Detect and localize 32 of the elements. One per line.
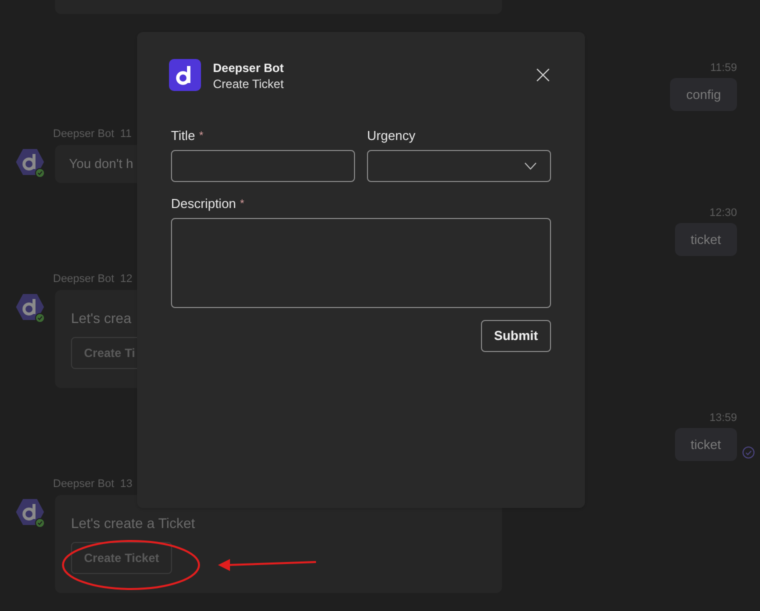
message-time: 13 xyxy=(120,478,132,490)
card-text: Let's create a Ticket xyxy=(71,514,196,533)
required-mark: * xyxy=(240,197,244,212)
user-message-bubble: config xyxy=(670,78,737,111)
message-time: 13:59 xyxy=(709,412,737,424)
bot-avatar-icon xyxy=(15,497,45,528)
bot-avatar-icon xyxy=(15,147,45,178)
card-text: Let's crea xyxy=(71,309,132,328)
sender-name: Deepser Bot xyxy=(53,273,114,285)
chevron-down-icon xyxy=(524,162,537,170)
message-time: 11 xyxy=(120,128,132,140)
field-label: Description xyxy=(171,196,236,212)
message-time: 12 xyxy=(120,273,132,285)
dialog-subtitle: Create Ticket xyxy=(213,76,284,92)
required-mark: * xyxy=(199,129,204,144)
title-input[interactable] xyxy=(171,150,355,182)
app-logo-icon xyxy=(169,59,201,91)
user-message-bubble: ticket xyxy=(674,428,737,461)
field-label: Title xyxy=(171,128,196,144)
field-label: Urgency xyxy=(367,128,416,144)
sender-name: Deepser Bot xyxy=(53,478,114,490)
app-name: Deepser Bot xyxy=(213,60,284,76)
message-text: You don't h xyxy=(69,156,134,171)
message-time: 11:59 xyxy=(710,62,737,74)
urgency-select[interactable] xyxy=(367,150,551,182)
message-time: 12:30 xyxy=(709,207,737,219)
bot-avatar-icon xyxy=(15,292,45,323)
sender-name: Deepser Bot xyxy=(53,128,114,140)
close-button[interactable] xyxy=(535,67,551,83)
description-input[interactable] xyxy=(171,218,551,308)
submit-button[interactable]: Submit xyxy=(480,320,551,352)
user-message-bubble: ticket xyxy=(674,223,737,256)
